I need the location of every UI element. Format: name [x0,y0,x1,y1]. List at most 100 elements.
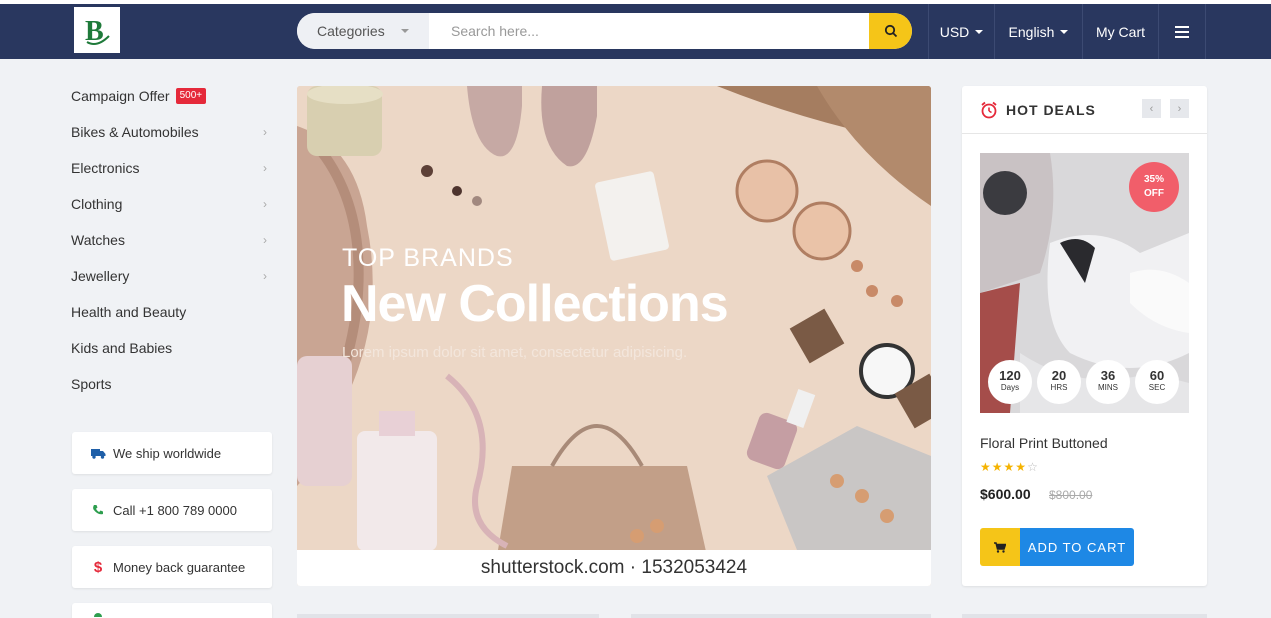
chevron-right-icon: › [263,161,267,175]
countdown-minutes: 36 MINS [1086,360,1130,404]
category-label: Jewellery [71,268,130,284]
category-menu: Campaign Offer 500+ Bikes & Automobiles … [71,78,271,402]
product-old-price: $800.00 [1049,488,1093,502]
site-logo[interactable]: B [74,7,120,53]
prev-button[interactable]: ‹ [1142,99,1161,118]
countdown-unit: Days [1000,383,1020,392]
hamburger-icon [1175,25,1189,38]
category-label: Clothing [71,196,123,212]
hot-deals-title: HOT DEALS [1006,101,1096,118]
truck-icon [88,448,108,459]
search-icon [884,24,897,38]
service-label: Money back guarantee [113,559,246,575]
logo-icon: B [85,16,110,47]
category-item-health-beauty[interactable]: Health and Beauty [71,294,271,330]
rating-stars: ★★★★☆ [980,460,1039,474]
category-label: Watches [71,232,125,248]
countdown-value: 60 [1149,368,1165,383]
category-label: Sports [71,376,112,392]
countdown-unit: HRS [1050,383,1068,392]
chevron-down-icon [975,29,984,34]
countdown-value: 120 [999,368,1021,383]
countdown-value: 20 [1051,368,1067,383]
search-bar: Categories [297,13,912,49]
add-to-cart-button[interactable]: ADD TO CART [980,528,1134,566]
category-label: Electronics [71,160,140,176]
hero-banner[interactable]: TOP BRANDS New Collections Lorem ipsum d… [297,86,931,586]
category-item-jewellery[interactable]: Jewellery › [71,258,271,294]
category-select[interactable]: Categories [297,13,429,49]
top-navbar: B Categories USD English My Cart [0,0,1271,59]
hot-deals-panel: HOT DEALS ‹ › 35% OFF 120 Days 20 HRS 36 [962,86,1207,586]
countdown-seconds: 60 SEC [1135,360,1179,404]
star-icon: ★ [980,460,992,474]
cart-icon [980,528,1020,566]
search-input[interactable] [429,13,869,49]
category-label: Bikes & Automobiles [71,124,199,140]
chevron-down-icon [401,29,409,33]
add-to-cart-label: ADD TO CART [1020,528,1134,566]
category-label: Health and Beauty [71,304,187,320]
language-label: English [1008,23,1055,40]
cart-label: My Cart [1096,23,1145,40]
search-button[interactable] [869,13,912,49]
chevron-right-icon: › [263,125,267,139]
category-label: Campaign Offer [71,88,170,104]
countdown-unit: SEC [1148,383,1166,392]
discount-badge: 35% OFF [1129,162,1179,212]
service-money-back: $ Money back guarantee [72,546,272,588]
discount-percent: 35% [1143,174,1164,185]
hero-product-image [297,86,931,586]
category-item-campaign-offer[interactable]: Campaign Offer 500+ [71,78,271,114]
image-watermark: shutterstock.com · 1532053424 [297,550,931,586]
chevron-right-icon: › [263,197,267,211]
service-box-partial [72,603,272,618]
currency-label: USD [939,23,970,40]
category-label: Kids and Babies [71,340,173,356]
product-name[interactable]: Floral Print Buttoned [980,435,1108,451]
service-label: We ship worldwide [113,445,222,461]
countdown-days: 120 Days [988,360,1032,404]
service-icon [88,609,108,617]
category-item-electronics[interactable]: Electronics › [71,150,271,186]
category-item-bikes-automobiles[interactable]: Bikes & Automobiles › [71,114,271,150]
discount-off: OFF [1144,188,1164,199]
category-item-sports[interactable]: Sports [71,366,271,402]
chevron-left-icon: ‹ [1149,102,1154,115]
phone-icon [88,504,108,516]
countdown-unit: MINS [1098,383,1118,392]
countdown-value: 36 [1100,368,1116,383]
category-item-watches[interactable]: Watches › [71,222,271,258]
star-icon: ★ [991,460,1004,474]
chevron-right-icon: › [1177,102,1182,115]
currency-dropdown[interactable]: USD [928,4,994,59]
service-label: Call +1 800 789 0000 [113,502,237,518]
menu-toggle-button[interactable] [1158,4,1206,59]
service-phone: Call +1 800 789 0000 [72,489,272,531]
chevron-right-icon: › [263,233,267,247]
star-icon: ★ [1015,460,1028,474]
product-card-partial [962,614,1207,618]
category-item-clothing[interactable]: Clothing › [71,186,271,222]
product-card-partial [631,614,931,618]
chevron-right-icon: › [263,269,267,283]
alarm-clock-icon [981,101,997,118]
my-cart-link[interactable]: My Cart [1082,4,1158,59]
hero-title: New Collections [341,275,729,333]
category-select-label: Categories [317,23,385,39]
next-button[interactable]: › [1170,99,1189,118]
hero-subtitle: Lorem ipsum dolor sit amet, consectetur … [342,344,688,361]
product-card-partial [297,614,599,618]
star-empty-icon: ☆ [1027,460,1039,474]
language-dropdown[interactable]: English [994,4,1082,59]
product-image[interactable]: 35% OFF 120 Days 20 HRS 36 MINS 60 SEC [980,153,1189,413]
chevron-down-icon [1060,29,1069,34]
count-badge: 500+ [175,88,207,104]
product-price: $600.00 [980,486,1031,502]
star-icon: ★ [1003,460,1016,474]
category-item-kids-babies[interactable]: Kids and Babies [71,330,271,366]
hero-eyebrow: TOP BRANDS [342,244,514,272]
service-shipping: We ship worldwide [72,432,272,474]
dollar-icon: $ [93,558,103,576]
countdown-hours: 20 HRS [1037,360,1081,404]
